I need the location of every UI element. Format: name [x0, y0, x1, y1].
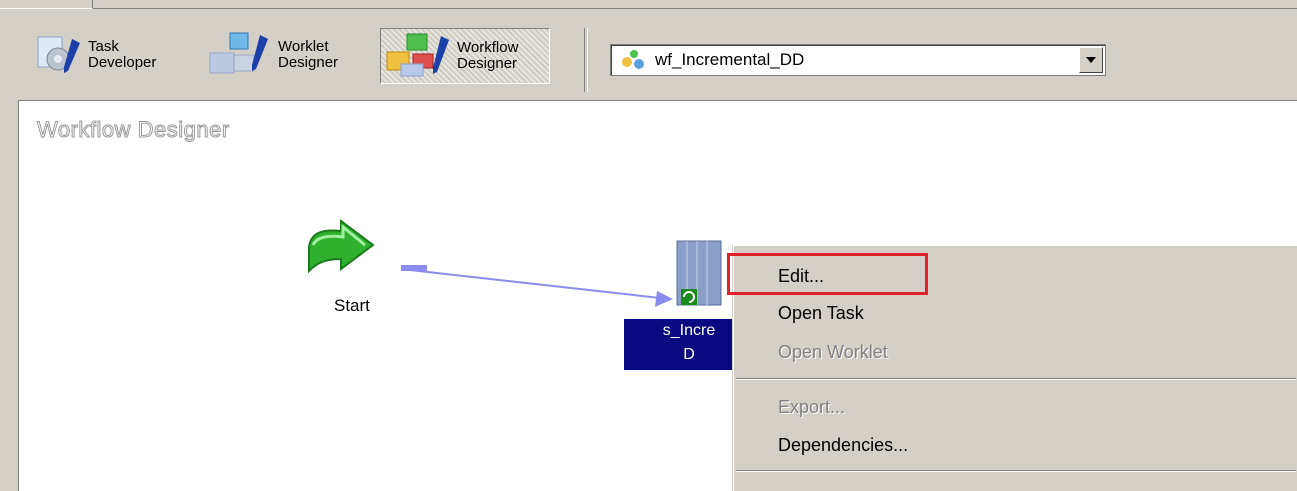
menu-divider	[736, 378, 1296, 380]
menu-item-export[interactable]: Export...	[778, 397, 845, 418]
start-arrow-icon[interactable]	[307, 219, 377, 275]
top-strip	[0, 0, 1297, 9]
worklet-designer-label: Worklet Designer	[278, 39, 338, 71]
menu-divider	[736, 470, 1296, 472]
label-line: Designer	[278, 54, 339, 71]
label-line: Workflow	[457, 39, 519, 56]
label-line: Designer	[457, 55, 518, 72]
session-task-icon[interactable]	[673, 233, 733, 309]
task-developer-icon	[37, 36, 80, 73]
highlight-box	[727, 253, 928, 295]
canvas-title: Workflow Designer	[37, 117, 230, 143]
toolbar-separator	[584, 28, 588, 92]
task-developer-label: Task Developer	[88, 39, 156, 71]
start-task-label: Start	[334, 296, 370, 315]
dropdown-arrow-button[interactable]	[1079, 47, 1103, 73]
worklet-designer-button[interactable]: Worklet Designer	[206, 28, 371, 82]
menu-item-dependencies[interactable]: Dependencies...	[778, 435, 908, 456]
top-tab[interactable]	[0, 0, 93, 9]
task-developer-button[interactable]: Task Developer	[36, 28, 196, 82]
menu-item-open-worklet[interactable]: Open Worklet	[778, 342, 888, 363]
label-line: Task	[88, 38, 119, 55]
workflow-icon	[622, 50, 644, 69]
designer-toolbar: Task Developer Worklet Designer Workflow…	[0, 10, 1297, 94]
workflow-selector-value: wf_Incremental_DD	[655, 50, 805, 69]
worklet-designer-icon	[209, 32, 268, 74]
workflow-designer-button[interactable]: Workflow Designer	[380, 28, 550, 84]
workflow-selector[interactable]: wf_Incremental_DD	[610, 44, 1106, 76]
workflow-designer-label: Workflow Designer	[457, 40, 518, 72]
menu-item-open-task[interactable]: Open Task	[778, 303, 864, 324]
label-line: Developer	[88, 54, 157, 71]
label-line: Worklet	[278, 38, 329, 55]
workflow-designer-icon	[386, 33, 449, 77]
chevron-down-icon	[1086, 57, 1096, 63]
